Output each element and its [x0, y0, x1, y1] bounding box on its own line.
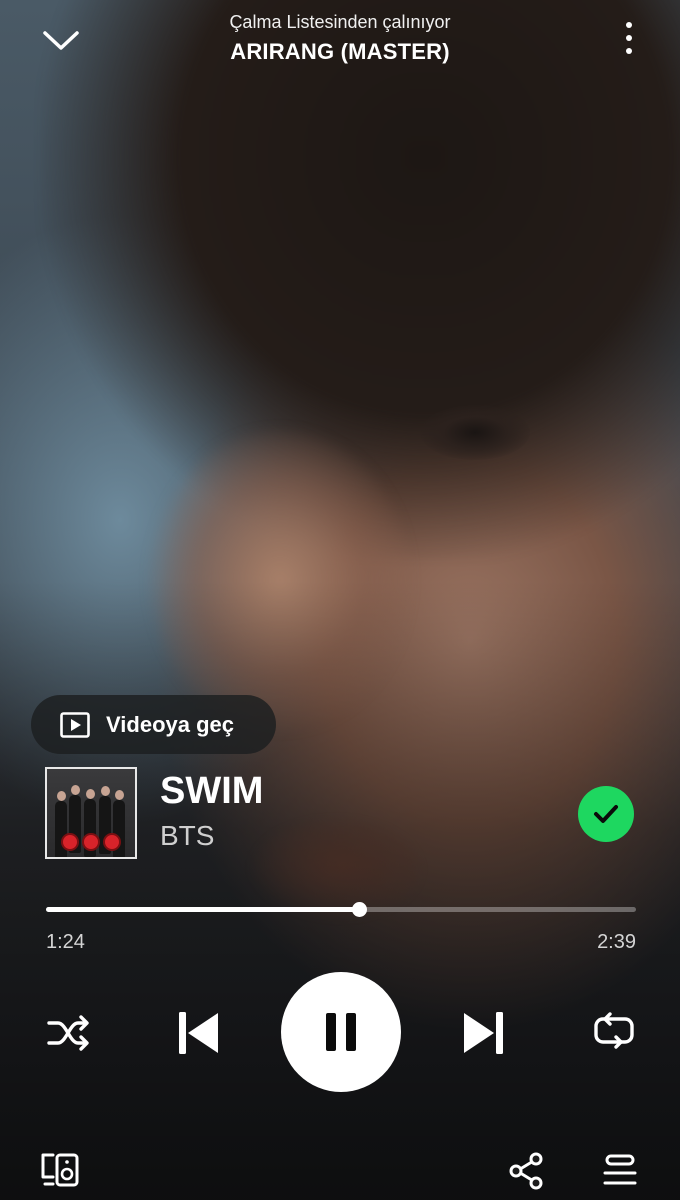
shuffle-icon: [47, 1015, 89, 1051]
previous-track-button[interactable]: [172, 1005, 224, 1061]
share-icon: [509, 1152, 543, 1190]
connect-devices-icon: [41, 1153, 79, 1187]
queue-icon: [603, 1154, 637, 1185]
background-bottom-shade: [0, 580, 680, 1200]
repeat-button[interactable]: [588, 1008, 640, 1056]
cover-person: [55, 801, 67, 857]
song-artist[interactable]: BTS: [160, 818, 214, 854]
progress-bar[interactable]: [46, 902, 636, 917]
share-button[interactable]: [505, 1150, 547, 1192]
skip-previous-icon: [179, 1012, 218, 1054]
play-square-icon: [60, 711, 90, 738]
connect-devices-button[interactable]: [38, 1150, 82, 1190]
cover-person: [71, 785, 80, 795]
cover-red-emblem: [61, 833, 79, 851]
pause-button[interactable]: [281, 972, 401, 1092]
cover-person: [115, 790, 124, 800]
next-track-button[interactable]: [458, 1005, 510, 1061]
skip-next-icon: [464, 1012, 503, 1054]
more-vertical-icon-dot: [626, 35, 632, 41]
shuffle-button[interactable]: [44, 1010, 94, 1056]
more-options-button[interactable]: [614, 16, 644, 60]
pause-icon: [326, 1013, 356, 1051]
queue-button[interactable]: [600, 1152, 640, 1190]
switch-to-video-label: Videoya geç: [106, 711, 234, 737]
cover-person: [101, 786, 110, 796]
album-cover[interactable]: [45, 767, 137, 859]
playing-context[interactable]: Çalma Listesinden çalınıyor ARIRANG (MAS…: [0, 11, 680, 67]
context-title: ARIRANG (MASTER): [230, 39, 450, 64]
more-vertical-icon: [626, 22, 632, 28]
cover-person: [57, 791, 66, 801]
cover-red-emblem: [103, 833, 121, 851]
switch-to-video-button[interactable]: Videoya geç: [31, 695, 276, 754]
progress-fill: [46, 907, 359, 912]
elapsed-time: 1:24: [46, 931, 85, 953]
saved-to-library-button[interactable]: [578, 786, 634, 842]
more-vertical-icon-dot: [626, 48, 632, 54]
player-header: Çalma Listesinden çalınıyor ARIRANG (MAS…: [0, 0, 680, 90]
total-duration: 2:39: [597, 931, 636, 953]
repeat-icon: [594, 1012, 634, 1049]
context-subtitle: Çalma Listesinden çalınıyor: [229, 12, 451, 32]
check-icon: [594, 805, 618, 823]
cover-red-emblem: [82, 833, 100, 851]
progress-thumb[interactable]: [351, 902, 367, 917]
song-title[interactable]: SWIM: [160, 768, 263, 814]
background-eye-shape: [420, 405, 530, 460]
cover-person: [86, 789, 95, 799]
